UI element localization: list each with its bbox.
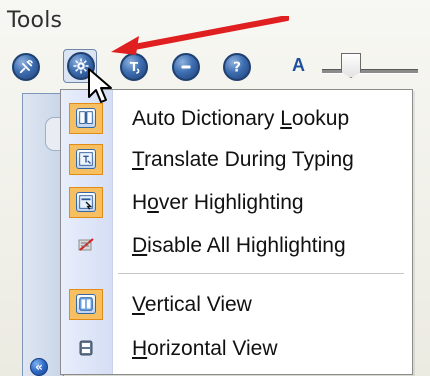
vertical-view-icon: [76, 294, 96, 314]
svg-text:?: ?: [233, 60, 241, 76]
tools-window: Tools T ? A « Auto Dictionary Lookup Tra…: [0, 0, 430, 376]
menu-item-label: Auto Dictionary Lookup: [132, 107, 350, 130]
settings-button-frame: [63, 49, 97, 83]
toolbar: T ? A: [12, 45, 422, 93]
translate-button[interactable]: T: [120, 53, 148, 81]
tools-dropdown-menu: Auto Dictionary Lookup Translate During …: [60, 89, 413, 375]
menu-item-auto-dictionary-lookup[interactable]: Auto Dictionary Lookup: [61, 101, 412, 136]
translate-icon: T: [130, 60, 140, 74]
gear-icon: [73, 58, 89, 74]
remove-button[interactable]: [172, 53, 200, 81]
help-icon: ?: [233, 60, 241, 76]
menu-item-label: Vertical View: [132, 293, 252, 316]
minus-icon: [181, 65, 191, 69]
menu-item-vertical-view[interactable]: Vertical View: [61, 287, 412, 322]
book-icon: [76, 108, 96, 128]
tools-icon: [19, 59, 33, 74]
menu-item-disable-all-highlighting[interactable]: Disable All Highlighting: [61, 228, 412, 263]
hover-highlight-icon: [76, 192, 96, 212]
menu-item-translate-during-typing[interactable]: Translate During Typing: [61, 142, 412, 177]
menu-item-label: Horizontal View: [132, 337, 278, 360]
double-chevron-left-icon: «: [35, 360, 43, 374]
menu-item-label: Disable All Highlighting: [132, 234, 346, 257]
help-button[interactable]: ?: [223, 53, 251, 81]
menu-item-label: Translate During Typing: [132, 148, 354, 171]
toolbar-title: Tools: [7, 8, 63, 33]
font-size-slider-track[interactable]: [322, 69, 418, 74]
menu-item-hover-highlighting[interactable]: Hover Highlighting: [61, 185, 412, 220]
font-size-small-label: A: [292, 55, 305, 75]
translate-typing-icon: [76, 149, 96, 169]
font-size-slider-thumb[interactable]: [341, 53, 361, 78]
collapse-button[interactable]: «: [30, 358, 48, 376]
settings-button[interactable]: [67, 52, 95, 80]
horizontal-view-icon: [76, 338, 96, 358]
menu-item-label: Hover Highlighting: [132, 191, 304, 214]
svg-text:T: T: [130, 60, 139, 74]
disable-highlight-icon: [76, 235, 96, 255]
menu-divider: [118, 273, 404, 274]
tools-button[interactable]: [12, 53, 40, 81]
menu-item-horizontal-view[interactable]: Horizontal View: [61, 331, 412, 366]
